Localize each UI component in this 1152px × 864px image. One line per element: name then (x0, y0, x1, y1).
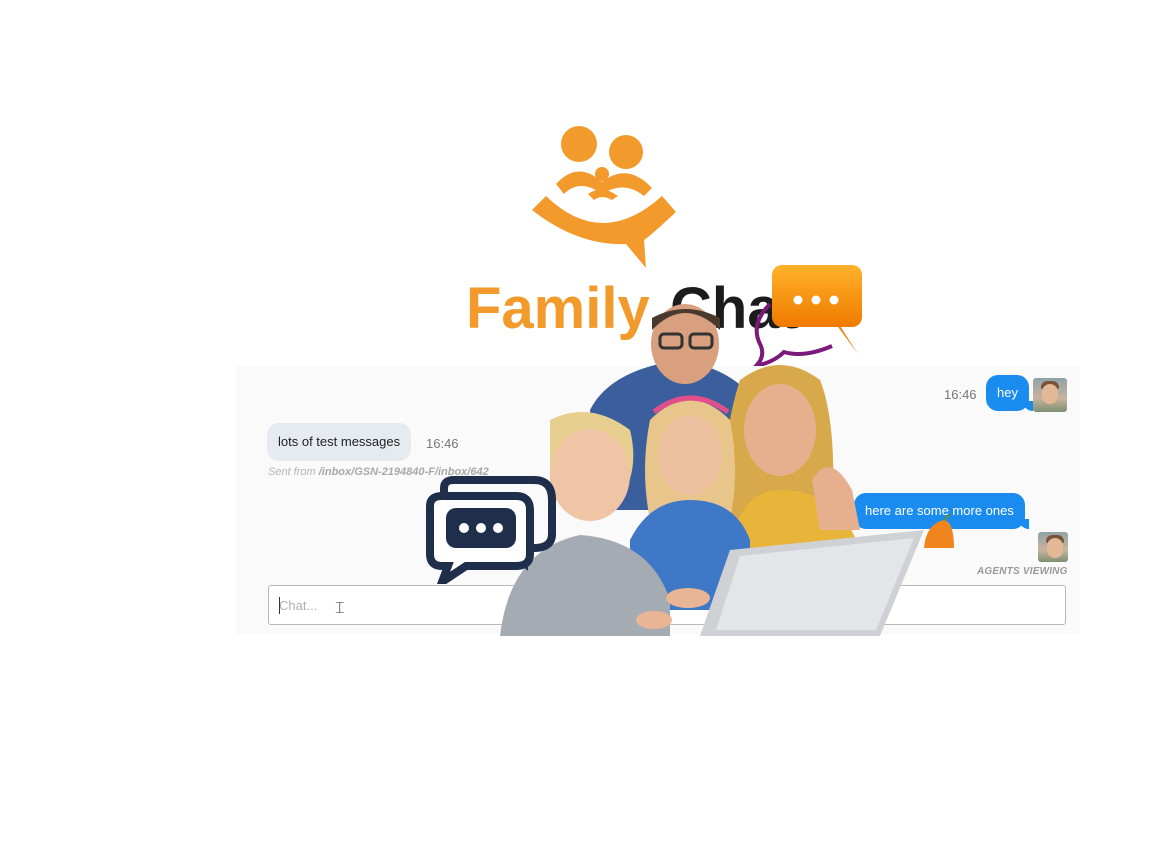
agent-avatar (1038, 532, 1068, 562)
sent-from-label: Sent from (268, 466, 316, 478)
text-caret (279, 597, 280, 614)
ibeam-cursor-icon: ⌶ (335, 598, 345, 617)
agents-viewing-label: AGENTS VIEWING (977, 566, 1068, 577)
typing-bubble-icon (426, 476, 556, 584)
family-people-icon (532, 126, 676, 268)
orange-decoration-icon (924, 514, 954, 548)
chat-input-placeholder: Chat... (279, 598, 318, 613)
agent-avatar (1033, 378, 1067, 412)
message-bubble-incoming: lots of test messages (267, 423, 412, 461)
message-bubble-outgoing: hey (986, 375, 1033, 411)
